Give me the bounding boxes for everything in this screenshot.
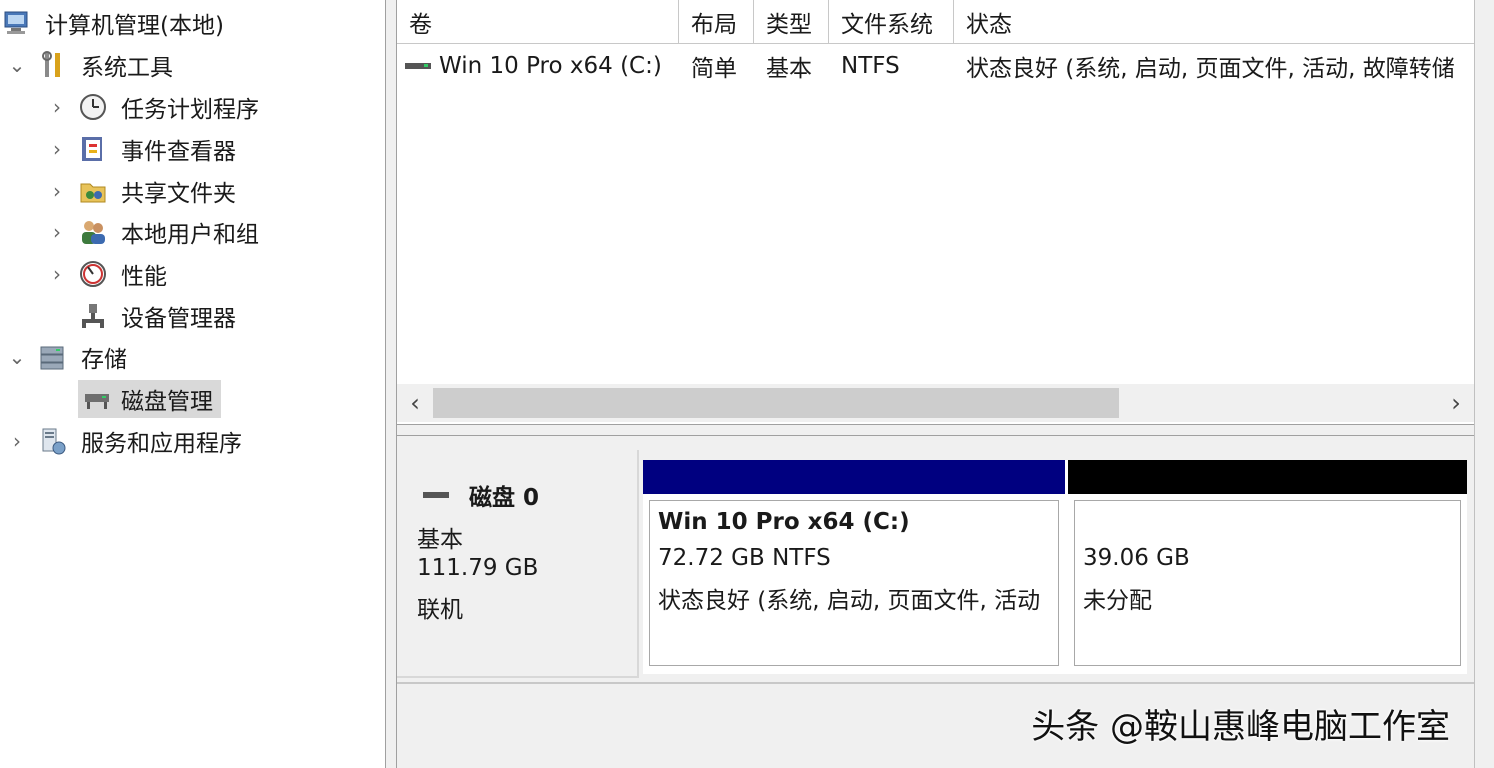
tree-label: 系统工具 [81,55,173,81]
partition-title: Win 10 Pro x64 (C:) [658,509,910,535]
disk-map-pane: 磁盘 0 基本 111.79 GB 联机 Win 10 Pro x64 (C:)… [397,436,1474,768]
cell-type: 基本 [754,48,829,84]
disk-state: 联机 [417,597,463,623]
column-header-label: 状态 [966,11,1012,38]
chevron-right-icon[interactable]: › [46,220,68,244]
chevron-right-icon[interactable]: › [46,262,68,286]
partition-c[interactable]: Win 10 Pro x64 (C:) 72.72 GB NTFS 状态良好 (… [643,460,1065,672]
partition-color-bar [1068,460,1467,494]
scrollbar-thumb[interactable] [433,388,1119,418]
disk-management-icon [82,384,112,414]
chevron-right-icon[interactable]: › [46,137,68,161]
tree-item-computer-management[interactable]: 计算机管理(本地) [2,4,232,42]
column-header-label: 卷 [409,11,432,38]
console-tree: 计算机管理(本地) ⌄ 系统工具 › 任务计划程序 › 事件查看器 › 共享文件… [0,0,385,768]
chevron-right-icon[interactable]: › [46,179,68,203]
drive-icon [405,63,431,69]
tree-item-disk-management[interactable]: 磁盘管理 [78,380,221,418]
tree-item-performance[interactable]: › 性能 [46,255,175,293]
tree-label: 设备管理器 [121,306,236,332]
volume-name: Win 10 Pro x64 (C:) [439,53,662,79]
tools-icon [38,50,68,80]
disk-icon [423,492,449,498]
chevron-right-icon[interactable]: › [6,429,28,453]
tree-label: 任务计划程序 [121,97,259,123]
volume-list-header: 卷 布局 类型 文件系统 状态 [397,0,1474,46]
partition-size: 39.06 GB [1083,545,1190,571]
partition-unallocated[interactable]: 39.06 GB 未分配 [1068,460,1467,672]
tree-item-storage[interactable]: ⌄ 存储 [6,338,135,376]
tree-label: 事件查看器 [121,139,236,165]
pane-splitter-horizontal[interactable] [397,424,1474,436]
column-header-label: 布局 [691,11,737,38]
tree-item-event-viewer[interactable]: › 事件查看器 [46,130,244,168]
partition-color-bar [643,460,1065,494]
tree-item-task-scheduler[interactable]: › 任务计划程序 [46,88,267,126]
computer-management-icon [2,8,32,38]
disk-name: 磁盘 0 [469,485,540,511]
tree-label: 本地用户和组 [121,222,259,248]
storage-icon [38,342,68,372]
horizontal-scrollbar[interactable]: ‹ › [397,384,1474,422]
column-header-status[interactable]: 状态 [954,0,1474,44]
column-header-type[interactable]: 类型 [754,0,829,44]
disk-partitions: Win 10 Pro x64 (C:) 72.72 GB NTFS 状态良好 (… [643,460,1467,674]
column-header-layout[interactable]: 布局 [679,0,754,44]
tree-label: 服务和应用程序 [81,431,242,457]
tree-label: 磁盘管理 [121,389,213,415]
filesystem-value: NTFS [841,53,900,79]
tree-item-local-users[interactable]: › 本地用户和组 [46,213,267,251]
partition-size: 72.72 GB NTFS [658,545,831,571]
cell-status: 状态良好 (系统, 启动, 页面文件, 活动, 故障转储 [954,48,1459,84]
disk-size: 111.79 GB [417,555,539,581]
partition-body: Win 10 Pro x64 (C:) 72.72 GB NTFS 状态良好 (… [649,500,1059,666]
chevron-right-icon[interactable]: › [46,95,68,119]
watermark-text: 头条 @鞍山惠峰电脑工作室 [1031,707,1450,747]
services-icon [38,426,68,456]
chevron-down-icon[interactable]: ⌄ [6,53,28,77]
tree-label: 性能 [121,264,167,290]
tree-label: 计算机管理(本地) [45,13,224,39]
users-icon [78,217,108,247]
partition-body: 39.06 GB 未分配 [1074,500,1461,666]
clock-icon [78,92,108,122]
layout-value: 简单 [691,56,737,82]
partition-status: 未分配 [1083,588,1152,614]
scroll-right-arrow-icon[interactable]: › [1438,384,1474,422]
cell-layout: 简单 [679,48,754,84]
cell-filesystem: NTFS [829,48,954,84]
tree-item-shared-folders[interactable]: › 共享文件夹 [46,172,244,210]
device-manager-icon [78,301,108,331]
column-header-label: 文件系统 [841,11,933,38]
tree-item-services-apps[interactable]: › 服务和应用程序 [6,422,250,460]
right-edge-panel [1474,0,1494,768]
scroll-left-arrow-icon[interactable]: ‹ [397,384,433,422]
column-header-label: 类型 [766,11,812,38]
volume-list: 卷 布局 类型 文件系统 状态 Win 10 Pro x64 (C:) 简单 基… [397,0,1474,430]
tree-item-system-tools[interactable]: ⌄ 系统工具 [6,46,181,84]
tree-item-device-manager[interactable]: 设备管理器 [78,297,244,335]
column-header-volume[interactable]: 卷 [397,0,679,44]
event-log-icon [78,134,108,164]
performance-gauge-icon [78,259,108,289]
chevron-down-icon[interactable]: ⌄ [6,345,28,369]
disk-type: 基本 [417,527,463,553]
column-header-filesystem[interactable]: 文件系统 [829,0,954,44]
status-value: 状态良好 (系统, 启动, 页面文件, 活动, 故障转储 [966,56,1455,82]
shared-folder-icon [78,176,108,206]
tree-label: 共享文件夹 [121,181,236,207]
type-value: 基本 [766,56,812,82]
divider [397,682,1474,684]
tree-label: 存储 [81,347,127,373]
cell-volume: Win 10 Pro x64 (C:) [397,48,679,84]
pane-splitter-vertical[interactable] [385,0,397,768]
partition-status: 状态良好 (系统, 启动, 页面文件, 活动 [658,588,1041,614]
table-row[interactable]: Win 10 Pro x64 (C:) 简单 基本 NTFS 状态良好 (系统,… [397,48,1474,84]
disk-info-panel[interactable]: 磁盘 0 基本 111.79 GB 联机 [397,450,639,678]
